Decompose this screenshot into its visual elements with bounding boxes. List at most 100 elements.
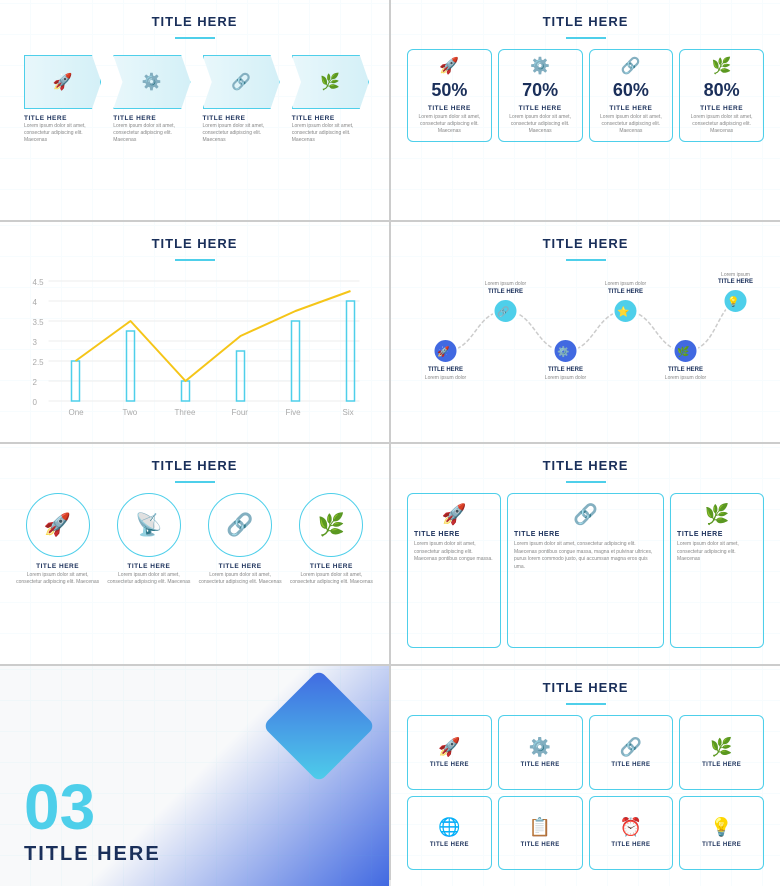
icon-cell-label-8: TITLE HERE bbox=[702, 842, 741, 848]
rocket-icon: 🚀 bbox=[53, 72, 73, 92]
stat-card-3: 🔗 60% TITLE HERE Lorem ipsum dolor sit a… bbox=[589, 49, 674, 142]
p8-underline bbox=[566, 703, 606, 705]
p2-underline bbox=[566, 37, 606, 39]
svg-text:Lorem ipsum dolor: Lorem ipsum dolor bbox=[605, 281, 647, 287]
card-title-3: TITLE HERE bbox=[677, 531, 757, 538]
svg-text:2: 2 bbox=[33, 378, 38, 387]
svg-text:Three: Three bbox=[175, 408, 196, 416]
circle-item-3: 🔗 TITLE HERE Lorem ipsum dolor sit amet,… bbox=[199, 493, 282, 586]
stat-icon-2: ⚙️ bbox=[530, 56, 550, 76]
svg-text:4.5: 4.5 bbox=[33, 278, 45, 287]
timeline-svg: 🚀 ⚙️ 🌿 🔗 ⭐ 💡 TITLE HERE Lorem ipsum dolo… bbox=[407, 271, 764, 431]
svg-text:0: 0 bbox=[33, 398, 38, 407]
arrow-label-4: TITLE HERE bbox=[292, 115, 335, 122]
stat-percent-1: 50% bbox=[431, 80, 467, 101]
panel-number-slide: 03 TITLE HERE bbox=[0, 666, 389, 886]
circle-label-3: TITLE HERE bbox=[219, 563, 262, 570]
chart-svg: 4.5 4 3.5 3 2.5 2 0 bbox=[16, 271, 373, 416]
p4-underline bbox=[566, 259, 606, 261]
card-icon-3: 🌿 bbox=[677, 502, 757, 527]
p1-title: TITLE HERE bbox=[16, 14, 373, 29]
arrow-step-1: 🚀 TITLE HERE Lorem ipsum dolor sit amet,… bbox=[16, 49, 105, 150]
icon-cell-8: 💡 TITLE HERE bbox=[679, 796, 764, 871]
svg-text:⚙️: ⚙️ bbox=[557, 345, 569, 358]
slide-diamond bbox=[262, 669, 375, 782]
icon-cell-icon-3: 🔗 bbox=[620, 737, 642, 758]
stat-percent-3: 60% bbox=[613, 80, 649, 101]
card-icon-2: 🔗 bbox=[514, 502, 657, 527]
arrow-text-2: Lorem ipsum dolor sit amet, consectetur … bbox=[113, 123, 190, 144]
stats-row: 🚀 50% TITLE HERE Lorem ipsum dolor sit a… bbox=[407, 49, 764, 142]
icon-cell-icon-6: 📋 bbox=[529, 817, 551, 838]
panel-arrow-steps: TITLE HERE 🚀 TITLE HERE Lorem ipsum dolo… bbox=[0, 0, 389, 220]
p1-underline bbox=[175, 37, 215, 39]
icon-cell-icon-1: 🚀 bbox=[438, 737, 460, 758]
circle-icon-3: 🔗 bbox=[226, 512, 253, 538]
svg-text:TITLE HERE: TITLE HERE bbox=[428, 367, 463, 373]
icon-cell-label-4: TITLE HERE bbox=[702, 762, 741, 768]
card-text-3: Lorem ipsum dolor sit amet, consectetur … bbox=[677, 541, 757, 564]
circle-icon-2: 📡 bbox=[135, 512, 162, 538]
panel-timeline: TITLE HERE 🚀 ⚙️ 🌿 🔗 ⭐ 💡 bbox=[391, 222, 780, 442]
icon-cell-2: ⚙️ TITLE HERE bbox=[498, 715, 583, 790]
info-card-3: 🌿 TITLE HERE Lorem ipsum dolor sit amet,… bbox=[670, 493, 764, 648]
arrow-label-3: TITLE HERE bbox=[203, 115, 246, 122]
stat-title-1: TITLE HERE bbox=[428, 105, 471, 112]
stat-text-2: Lorem ipsum dolor sit amet, consectetur … bbox=[503, 114, 578, 135]
icon-cell-6: 📋 TITLE HERE bbox=[498, 796, 583, 871]
icon-cell-7: ⏰ TITLE HERE bbox=[589, 796, 674, 871]
icon-cell-label-7: TITLE HERE bbox=[611, 842, 650, 848]
circle-shape-3: 🔗 bbox=[208, 493, 272, 557]
card-icon-1: 🚀 bbox=[414, 502, 494, 527]
circle-icon-4: 🌿 bbox=[318, 512, 345, 538]
cards-row: 🚀 TITLE HERE Lorem ipsum dolor sit amet,… bbox=[407, 493, 764, 648]
slide-number: 03 bbox=[24, 775, 365, 839]
circle-shape-1: 🚀 bbox=[26, 493, 90, 557]
icon-cell-icon-5: 🌐 bbox=[438, 817, 460, 838]
svg-text:4: 4 bbox=[33, 298, 38, 307]
circle-label-1: TITLE HERE bbox=[36, 563, 79, 570]
p2-title: TITLE HERE bbox=[407, 14, 764, 29]
stat-card-1: 🚀 50% TITLE HERE Lorem ipsum dolor sit a… bbox=[407, 49, 492, 142]
arrow-shape-3: 🔗 bbox=[203, 55, 280, 109]
svg-text:Lorem ipsum dolor: Lorem ipsum dolor bbox=[545, 375, 587, 381]
svg-text:Two: Two bbox=[123, 408, 138, 416]
p3-title: TITLE HERE bbox=[16, 236, 373, 251]
arrow-label-2: TITLE HERE bbox=[113, 115, 156, 122]
svg-text:Five: Five bbox=[286, 408, 302, 416]
info-card-1: 🚀 TITLE HERE Lorem ipsum dolor sit amet,… bbox=[407, 493, 501, 648]
panel-circles: TITLE HERE 🚀 TITLE HERE Lorem ipsum dolo… bbox=[0, 444, 389, 664]
arrow-text-3: Lorem ipsum dolor sit amet, consectetur … bbox=[203, 123, 280, 144]
icon-cell-5: 🌐 TITLE HERE bbox=[407, 796, 492, 871]
p6-title: TITLE HERE bbox=[407, 458, 764, 473]
card-title-2: TITLE HERE bbox=[514, 531, 657, 538]
settings-icon: ⚙️ bbox=[142, 72, 162, 92]
svg-text:TITLE HERE: TITLE HERE bbox=[548, 367, 583, 373]
arrow-shape-4: 🌿 bbox=[292, 55, 369, 109]
icon-cell-icon-2: ⚙️ bbox=[529, 737, 551, 758]
panel-info-cards: TITLE HERE 🚀 TITLE HERE Lorem ipsum dolo… bbox=[391, 444, 780, 664]
icon-cell-label-5: TITLE HERE bbox=[430, 842, 469, 848]
svg-text:Six: Six bbox=[343, 408, 354, 416]
svg-text:TITLE HERE: TITLE HERE bbox=[718, 279, 753, 285]
arrow-shape-2: ⚙️ bbox=[113, 55, 190, 109]
stat-percent-2: 70% bbox=[522, 80, 558, 101]
p8-title: TITLE HERE bbox=[407, 680, 764, 695]
slide-title: TITLE HERE bbox=[24, 843, 365, 866]
circle-text-2: Lorem ipsum dolor sit amet, consectetur … bbox=[107, 572, 190, 586]
icon-cell-label-1: TITLE HERE bbox=[430, 762, 469, 768]
svg-text:🌿: 🌿 bbox=[677, 345, 689, 358]
arrow-step-4: 🌿 TITLE HERE Lorem ipsum dolor sit amet,… bbox=[284, 49, 373, 150]
svg-text:One: One bbox=[69, 408, 85, 416]
svg-text:Lorem ipsum dolor: Lorem ipsum dolor bbox=[485, 281, 527, 287]
circle-shape-4: 🌿 bbox=[299, 493, 363, 557]
icon-grid: 🚀 TITLE HERE ⚙️ TITLE HERE 🔗 TITLE HERE … bbox=[407, 715, 764, 870]
circle-label-2: TITLE HERE bbox=[127, 563, 170, 570]
arrows-row: 🚀 TITLE HERE Lorem ipsum dolor sit amet,… bbox=[16, 49, 373, 150]
icon-cell-icon-4: 🌿 bbox=[710, 737, 732, 758]
chart-area: 4.5 4 3.5 3 2.5 2 0 bbox=[16, 271, 373, 416]
circle-icon-1: 🚀 bbox=[44, 512, 71, 538]
nodes-icon: 🔗 bbox=[231, 72, 251, 92]
icon-cell-3: 🔗 TITLE HERE bbox=[589, 715, 674, 790]
arrow-label-1: TITLE HERE bbox=[24, 115, 67, 122]
